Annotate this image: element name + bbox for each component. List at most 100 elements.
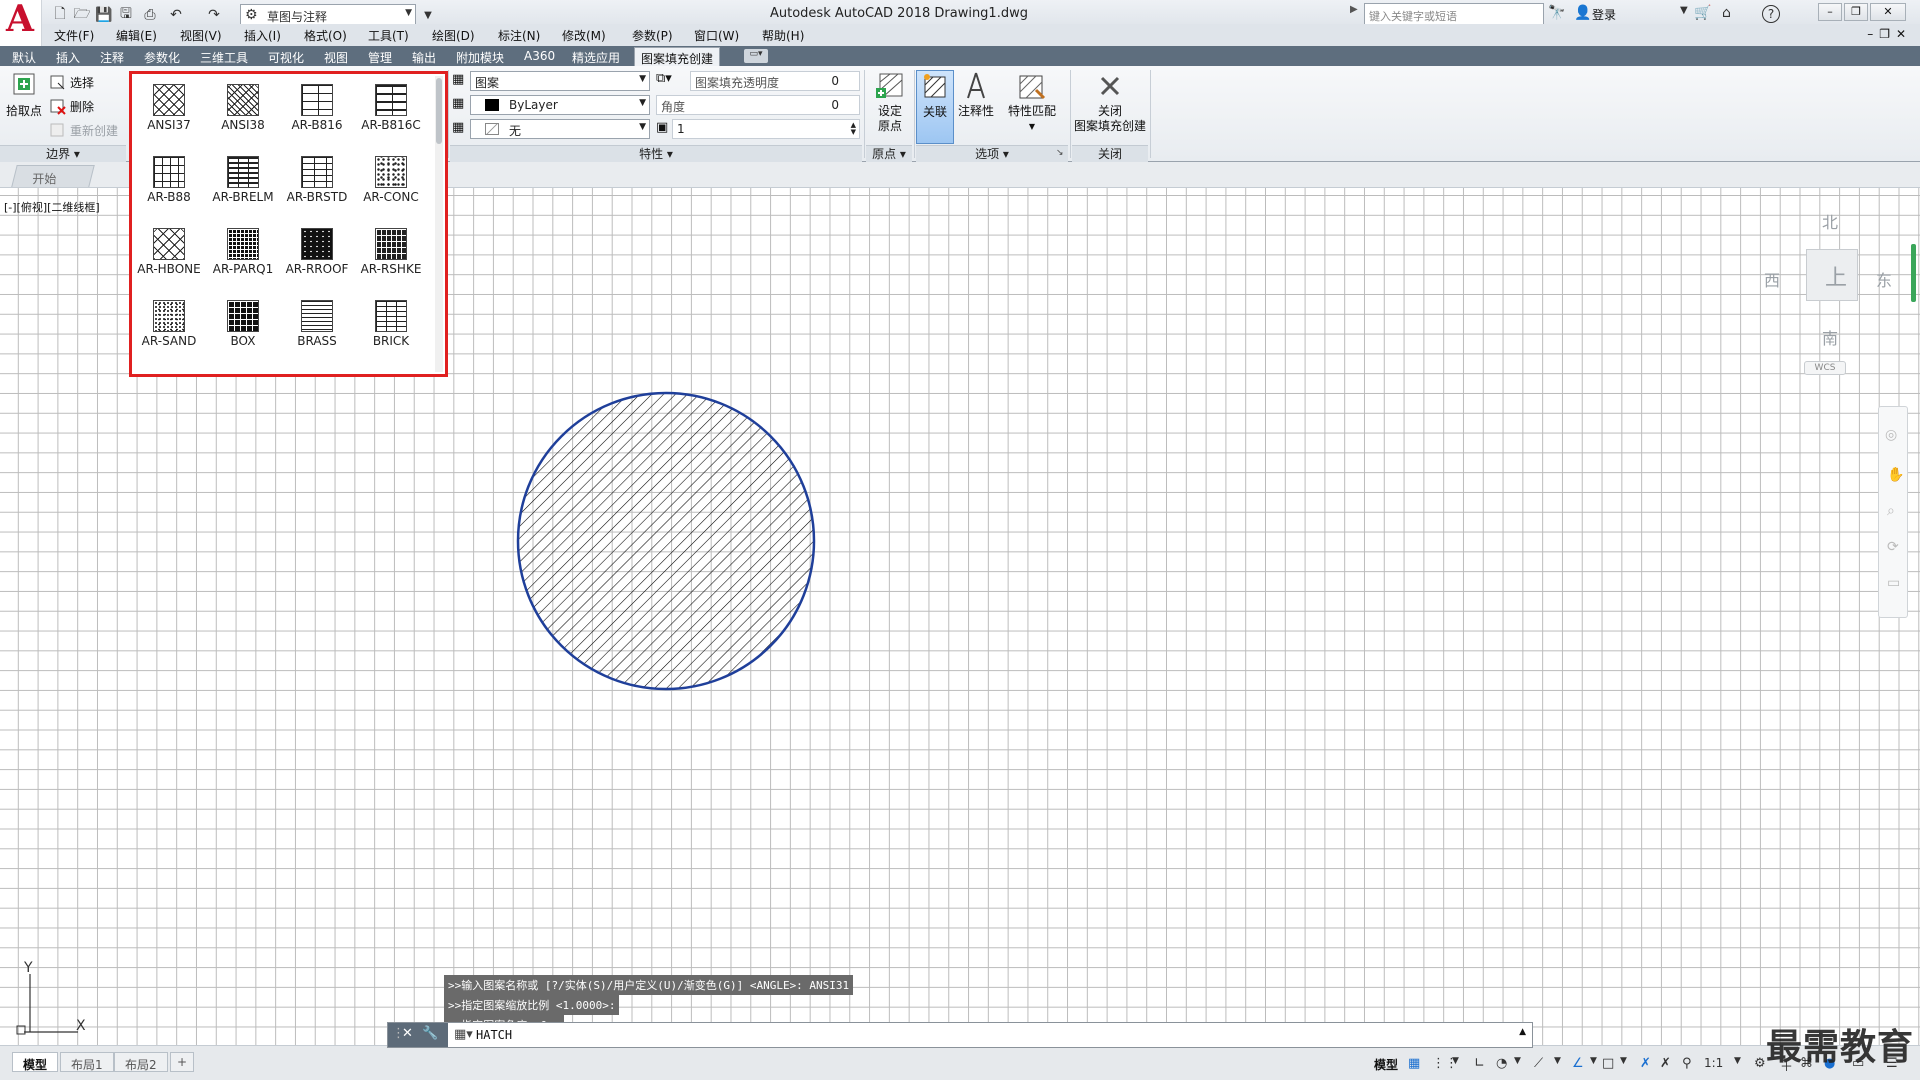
tab-start[interactable]: 开始 bbox=[11, 165, 95, 187]
wrench-icon[interactable]: 🔧 bbox=[422, 1026, 438, 1041]
properties-panel-footer[interactable]: 特性 ▾ bbox=[450, 145, 862, 162]
undo-icon[interactable]: ↶ bbox=[166, 5, 186, 25]
ortho-icon[interactable]: ∟ bbox=[1474, 1056, 1485, 1071]
redo-icon[interactable]: ↷ bbox=[204, 5, 224, 25]
menu-help[interactable]: 帮助(H) bbox=[762, 27, 804, 44]
close-hatch-creation-button[interactable]: 关闭 图案填充创建 bbox=[1072, 70, 1148, 134]
pattern-ar-sand[interactable]: AR-SAND bbox=[132, 300, 206, 348]
workspace-switch-icon[interactable]: ⚙ bbox=[1754, 1056, 1766, 1071]
add-layout-button[interactable]: + bbox=[170, 1052, 195, 1072]
search-input[interactable]: 键入关键字或短语 bbox=[1364, 3, 1544, 25]
login-link[interactable]: 登录 bbox=[1592, 6, 1616, 23]
tab-annotate[interactable]: 注释 bbox=[100, 49, 124, 66]
search-expand-icon[interactable]: ▶ bbox=[1350, 4, 1364, 24]
pattern-ar-rshke[interactable]: AR-RSHKE bbox=[354, 228, 428, 276]
tab-output[interactable]: 输出 bbox=[412, 49, 436, 66]
remove-boundary-button[interactable]: 删除 bbox=[50, 98, 94, 115]
pattern-ar-b816c[interactable]: AR-B816C bbox=[354, 84, 428, 132]
pattern-ansi38[interactable]: ANSI38 bbox=[206, 84, 280, 132]
tab-3d-tools[interactable]: 三维工具 bbox=[200, 49, 248, 66]
customize-toolbar-icon[interactable]: ▼ bbox=[418, 5, 438, 25]
menu-parametric[interactable]: 参数(P) bbox=[632, 27, 673, 44]
viewcube-top-face[interactable]: 上 bbox=[1806, 249, 1858, 301]
menu-modify[interactable]: 修改(M) bbox=[562, 27, 606, 44]
polar-icon[interactable]: ◔ bbox=[1496, 1056, 1507, 1071]
transparency-icon[interactable]: ⧉▾ bbox=[656, 71, 672, 86]
chevron-down-icon[interactable]: ▼ bbox=[1554, 1056, 1561, 1066]
pattern-ar-conc[interactable]: AR-CONC bbox=[354, 156, 428, 204]
pattern-ar-rroof[interactable]: AR-RROOF bbox=[280, 228, 354, 276]
hatch-color-dropdown[interactable]: ByLayer ▼ bbox=[470, 95, 650, 115]
pattern-ar-hbone[interactable]: AR-HBONE bbox=[132, 228, 206, 276]
open-file-icon[interactable]: 🗁 bbox=[72, 5, 92, 25]
layout-tab-1[interactable]: 布局1 bbox=[60, 1052, 114, 1072]
pattern-ar-brelm[interactable]: AR-BRELM bbox=[206, 156, 280, 204]
match-properties-button[interactable]: 特性匹配 ▼ bbox=[1004, 70, 1060, 134]
layout-tab-model[interactable]: 模型 bbox=[12, 1052, 59, 1072]
binoculars-icon[interactable]: 🔭 bbox=[1548, 5, 1565, 21]
recreate-boundary-button[interactable]: 重新创建 bbox=[50, 122, 118, 139]
pattern-ar-parq1[interactable]: AR-PARQ1 bbox=[206, 228, 280, 276]
minimize-button[interactable]: – bbox=[1818, 3, 1842, 21]
autodesk-app-icon[interactable]: ⌂ bbox=[1722, 5, 1731, 21]
background-color-dropdown[interactable]: 无 ▼ bbox=[470, 119, 650, 139]
isodraft-icon[interactable]: ⟋ bbox=[1534, 1056, 1543, 1071]
chevron-up-icon[interactable]: ▲ bbox=[1519, 1027, 1526, 1037]
grid-icon[interactable]: ▦ bbox=[1408, 1056, 1420, 1071]
options-panel-footer[interactable]: 选项 ▾ bbox=[916, 145, 1068, 162]
annotation-visibility-icon[interactable]: ✗ bbox=[1640, 1056, 1651, 1071]
steering-wheel-icon[interactable]: ◎ bbox=[1885, 427, 1897, 443]
pattern-ar-b88[interactable]: AR-B88 bbox=[132, 156, 206, 204]
scrollbar-thumb[interactable] bbox=[436, 78, 442, 144]
save-as-icon[interactable]: 🖫 bbox=[116, 5, 136, 25]
boundary-panel-footer[interactable]: 边界 ▾ bbox=[0, 145, 126, 162]
pattern-ar-b816[interactable]: AR-B816 bbox=[280, 84, 354, 132]
spinner-icon[interactable]: ▲ ▼ bbox=[851, 122, 856, 136]
viewcube-east[interactable]: 东 bbox=[1876, 267, 1892, 291]
document-window-controls[interactable]: –❐✕ bbox=[1867, 27, 1912, 41]
associative-toggle[interactable]: 关联 bbox=[916, 70, 954, 144]
orbit-icon[interactable]: ⟳ bbox=[1887, 539, 1899, 555]
menu-edit[interactable]: 编辑(E) bbox=[116, 27, 157, 44]
tab-a360[interactable]: A360 bbox=[524, 49, 555, 63]
pattern-brick[interactable]: BRICK bbox=[354, 300, 428, 348]
save-icon[interactable]: 💾 bbox=[94, 5, 114, 25]
layout-tab-2[interactable]: 布局2 bbox=[114, 1052, 168, 1072]
viewcube[interactable]: 北 西 东 南 上 WCS bbox=[1760, 205, 1892, 385]
tab-visualize[interactable]: 可视化 bbox=[268, 49, 304, 66]
pattern-box[interactable]: BOX bbox=[206, 300, 280, 348]
tab-manage[interactable]: 管理 bbox=[368, 49, 392, 66]
menu-file[interactable]: 文件(F) bbox=[54, 27, 94, 44]
tab-default[interactable]: 默认 bbox=[12, 49, 36, 66]
tab-parametric[interactable]: 参数化 bbox=[144, 49, 180, 66]
showmotion-icon[interactable]: ▭ bbox=[1887, 575, 1900, 591]
hatched-circle[interactable] bbox=[514, 389, 818, 693]
pattern-ansi37[interactable]: ANSI37 bbox=[132, 84, 206, 132]
viewcube-north[interactable]: 北 bbox=[1822, 209, 1838, 233]
chevron-down-icon[interactable]: ▼ bbox=[1620, 1056, 1627, 1066]
viewport-controls[interactable]: [-][俯视][二维线框] bbox=[4, 199, 100, 215]
object-snap-icon[interactable]: □ bbox=[1602, 1056, 1614, 1071]
chevron-down-icon[interactable]: ▼ bbox=[1590, 1056, 1597, 1066]
navigation-bar[interactable]: ◎ ✋ ⌕ ⟳ ▭ bbox=[1878, 406, 1908, 618]
transparency-field[interactable]: 图案填充透明度 0 bbox=[690, 71, 860, 91]
menu-format[interactable]: 格式(O) bbox=[304, 27, 347, 44]
tab-addins[interactable]: 附加模块 bbox=[456, 49, 504, 66]
workspace-dropdown[interactable]: ⚙ 草图与注释 ▼ bbox=[240, 4, 416, 26]
print-icon[interactable]: ⎙ bbox=[140, 5, 160, 25]
help-icon[interactable]: ? bbox=[1762, 5, 1780, 23]
user-icon[interactable]: 👤 bbox=[1574, 5, 1591, 21]
pan-icon[interactable]: ✋ bbox=[1887, 467, 1904, 483]
wcs-menu[interactable]: WCS bbox=[1804, 361, 1846, 375]
menu-tools[interactable]: 工具(T) bbox=[368, 27, 409, 44]
chevron-down-icon[interactable]: ▼ bbox=[1452, 1056, 1459, 1066]
ribbon-toggle-icon[interactable]: ▭▾ bbox=[744, 49, 768, 63]
menu-dimension[interactable]: 标注(N) bbox=[498, 27, 540, 44]
select-objects-button[interactable]: 选择 bbox=[50, 74, 94, 91]
auto-scale-icon[interactable]: ✗ bbox=[1660, 1056, 1671, 1071]
cart-icon[interactable]: 🛒 bbox=[1694, 5, 1711, 21]
gallery-scrollbar[interactable] bbox=[435, 76, 443, 372]
zoom-icon[interactable]: ⌕ bbox=[1887, 503, 1895, 519]
model-space-toggle[interactable]: 模型 bbox=[1374, 1056, 1398, 1073]
annotative-button[interactable]: 注释性 bbox=[956, 70, 996, 119]
